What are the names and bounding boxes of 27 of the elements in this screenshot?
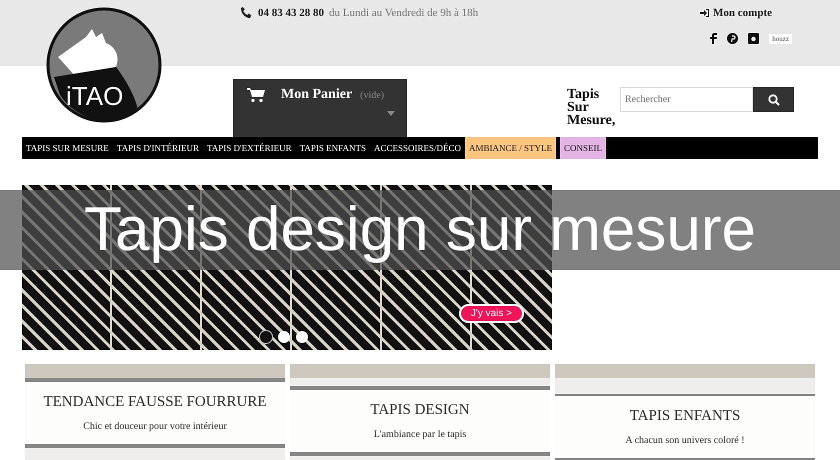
go-button[interactable]: J'y vais > — [458, 304, 524, 323]
menu-item[interactable]: TAPIS SUR MESURE — [22, 137, 113, 159]
menu-item[interactable]: TAPIS D'EXTÉRIEUR — [202, 137, 296, 159]
category-card[interactable]: TAPIS DESIGN L'ambiance par le tapis — [290, 364, 550, 460]
category-card[interactable]: TENDANCE FAUSSE FOURRURE Chic et douceur pour votre intérieur — [25, 364, 285, 460]
menu-item[interactable]: CONSEIL — [560, 137, 606, 159]
account-link[interactable]: Mon compte — [700, 6, 772, 18]
card-title: TENDANCE FAUSSE FOURRURE — [43, 394, 267, 411]
menu-item[interactable]: TAPIS ENFANTS — [296, 137, 370, 159]
phone-number: 04 83 43 28 80 — [258, 6, 324, 18]
card-subtitle: L'ambiance par le tapis — [374, 429, 466, 440]
cart-panel[interactable]: Mon Panier (vide) — [233, 79, 407, 137]
category-card[interactable]: TAPIS ENFANTS A chacun son univers coloré ! — [555, 364, 815, 460]
search-field[interactable]: Rechercher — [620, 87, 753, 112]
card-title: TAPIS ENFANTS — [630, 408, 740, 425]
menu-item[interactable]: TAPIS D'INTÉRIEUR — [112, 137, 203, 159]
card-title: TAPIS DESIGN — [370, 402, 470, 419]
cart-status: (vide) — [360, 90, 384, 100]
page-title: Tapis design sur mesure — [84, 195, 756, 265]
menu-item[interactable]: ACCESSOIRES/DÉCO — [370, 137, 466, 159]
site-tagline: Tapis Sur Mesure, — [567, 88, 616, 127]
card-subtitle: A chacun son univers coloré ! — [625, 435, 745, 446]
card-subtitle: Chic et douceur pour votre intérieur — [83, 421, 227, 432]
cart-label: Mon Panier — [281, 87, 352, 103]
cat-logo[interactable]: iTAO — [46, 7, 162, 123]
opening-hours: du Lundi au Vendredi de 9h à 18h — [329, 6, 478, 18]
menu-item[interactable]: AMBIANCE / STYLE — [465, 137, 556, 159]
